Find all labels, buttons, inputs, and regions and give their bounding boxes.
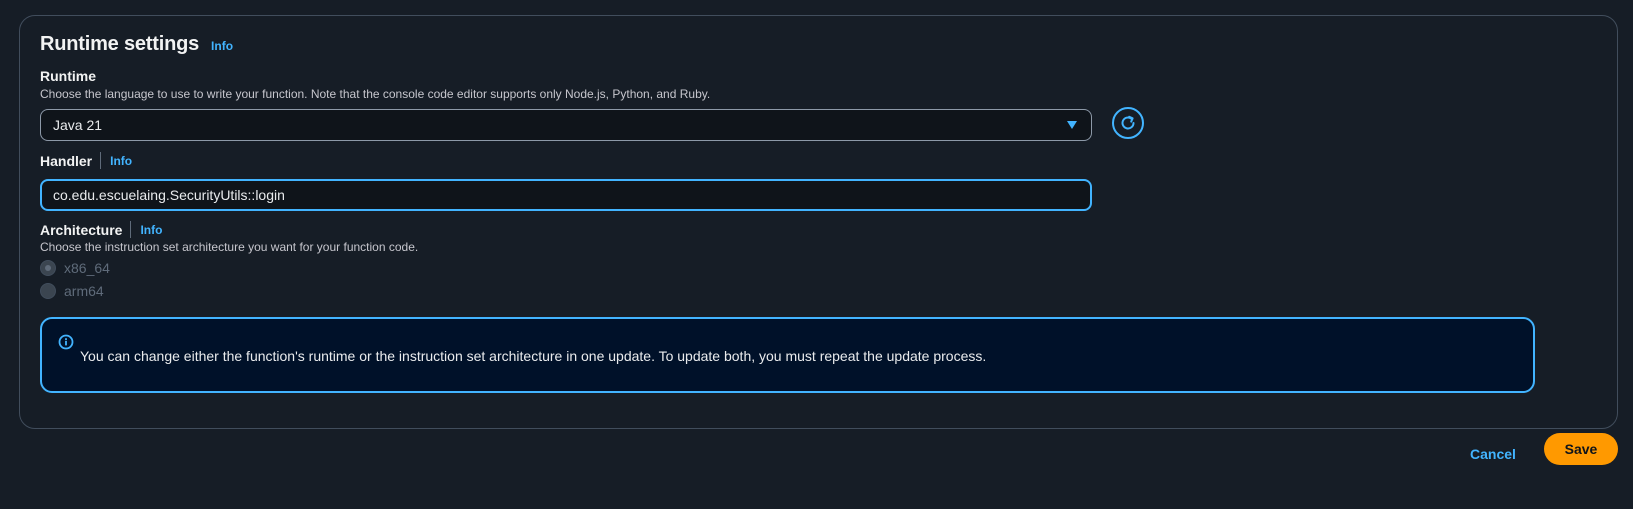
handler-info-link[interactable]: Info <box>110 154 132 168</box>
info-circle-icon <box>58 334 74 350</box>
radio-label: arm64 <box>64 283 104 299</box>
title-info-link[interactable]: Info <box>211 39 233 53</box>
panel-header: Runtime settings Info <box>40 33 233 56</box>
caret-down-icon <box>1067 121 1077 129</box>
architecture-description: Choose the instruction set architecture … <box>40 240 419 254</box>
info-alert: You can change either the function's run… <box>40 317 1535 393</box>
handler-input-value: co.edu.escuelaing.SecurityUtils::login <box>53 187 285 203</box>
runtime-description: Choose the language to use to write your… <box>40 87 711 101</box>
cancel-button[interactable]: Cancel <box>1470 438 1516 470</box>
label-divider <box>100 152 102 169</box>
radio-checked-indicator[interactable] <box>40 260 56 276</box>
handler-input[interactable]: co.edu.escuelaing.SecurityUtils::login <box>40 179 1092 211</box>
architecture-label-text: Architecture <box>40 221 123 238</box>
refresh-icon <box>1121 115 1135 130</box>
runtime-selected-value: Java 21 <box>53 117 103 133</box>
runtime-settings-panel: Runtime settings Info Runtime Choose the… <box>19 15 1618 429</box>
radio-label: x86_64 <box>64 260 110 276</box>
save-button[interactable]: Save <box>1544 433 1618 465</box>
radio-arm64[interactable]: arm64 <box>40 283 104 299</box>
architecture-info-link[interactable]: Info <box>140 223 162 237</box>
page-title: Runtime settings <box>40 33 200 55</box>
alert-message: You can change either the function's run… <box>80 348 987 364</box>
runtime-label-text: Runtime <box>40 68 96 84</box>
label-divider <box>130 221 132 238</box>
refresh-button[interactable] <box>1112 107 1144 139</box>
radio-x86-64[interactable]: x86_64 <box>40 260 110 276</box>
handler-label: Handler Info <box>40 152 132 169</box>
architecture-label: Architecture Info <box>40 221 162 238</box>
handler-label-text: Handler <box>40 152 93 169</box>
radio-indicator[interactable] <box>40 283 56 299</box>
runtime-select[interactable]: Java 21 <box>40 109 1092 141</box>
runtime-label: Runtime <box>40 68 96 84</box>
